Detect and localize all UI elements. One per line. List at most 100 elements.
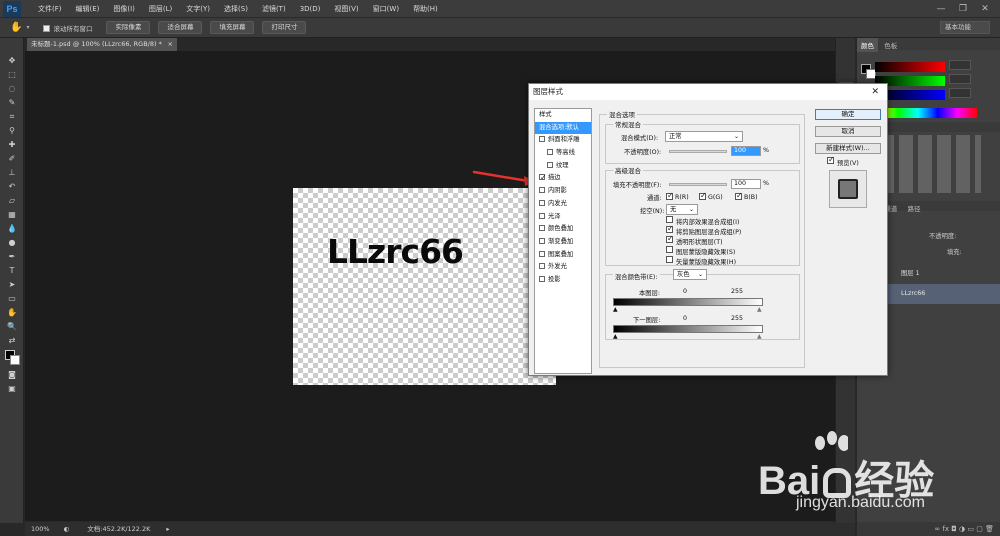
stamp-tool-icon[interactable]: ⊥ [0, 166, 24, 180]
style-checkbox[interactable] [539, 263, 545, 270]
menu-select[interactable]: 选择(S) [217, 0, 255, 18]
share-icon[interactable]: ◐ [64, 522, 70, 536]
preview-checkbox[interactable] [827, 155, 835, 164]
history-brush-icon[interactable]: ↶ [0, 180, 24, 194]
style-color-overlay[interactable]: 颜色叠加 [535, 223, 591, 236]
layer-mask-hides-checkbox[interactable] [666, 246, 673, 253]
style-outer-glow[interactable]: 外发光 [535, 261, 591, 274]
style-drop-shadow[interactable]: 投影 [535, 274, 591, 287]
opacity-input[interactable]: 100 [731, 146, 761, 156]
style-checkbox[interactable] [539, 172, 547, 185]
opacity-slider[interactable] [669, 150, 727, 153]
hand-tool-icon[interactable]: ✋ [10, 22, 22, 33]
menu-image[interactable]: 图像(I) [106, 0, 142, 18]
lasso-tool-icon[interactable]: ◌ [0, 82, 24, 96]
ok-button[interactable]: 确定 [815, 109, 881, 120]
fx-icon[interactable]: fx [942, 525, 949, 533]
style-stroke[interactable]: 描边 [535, 172, 591, 185]
blend-mode-select[interactable]: 正常 ⌄ [665, 131, 743, 142]
dodge-tool-icon[interactable]: ● [0, 236, 24, 250]
print-size-button[interactable]: 打印尺寸 [262, 21, 307, 34]
red-slider[interactable] [875, 62, 945, 72]
minimize-icon[interactable]: — [930, 0, 952, 18]
style-texture[interactable]: 纹理 [535, 160, 591, 173]
this-layer-gradient[interactable] [613, 298, 763, 306]
link-layers-icon[interactable]: ∞ [934, 525, 940, 533]
style-gradient-overlay[interactable]: 渐变叠加 [535, 236, 591, 249]
channel-g-checkbox[interactable] [699, 191, 707, 200]
style-checkbox[interactable] [539, 187, 545, 194]
scroll-all-checkbox[interactable] [43, 25, 51, 32]
green-value[interactable] [949, 74, 971, 84]
zoom-level[interactable]: 100% [31, 522, 50, 536]
path-select-tool-icon[interactable]: ➤ [0, 278, 24, 292]
tab-swatches[interactable]: 色板 [880, 38, 901, 52]
marquee-tool-icon[interactable]: ⬚ [0, 68, 24, 82]
quick-mask-icon[interactable]: ◙ [0, 368, 24, 382]
crop-tool-icon[interactable]: ⌗ [0, 110, 24, 124]
blend-clipped-checkbox[interactable] [666, 224, 674, 233]
fill-opacity-input[interactable]: 100 [731, 179, 761, 189]
channel-b-checkbox[interactable] [735, 191, 743, 200]
this-layer-white-handle[interactable]: ▲ [757, 306, 762, 313]
folder-icon[interactable]: ▭ [967, 525, 974, 533]
move-tool-icon[interactable]: ✥ [0, 54, 24, 68]
zoom-tool-icon[interactable]: 🔍 [0, 320, 24, 334]
style-checkbox[interactable] [547, 149, 553, 156]
style-checkbox[interactable] [539, 225, 545, 232]
fill-opacity-slider[interactable] [669, 183, 727, 186]
tab-close-icon[interactable]: × [168, 38, 173, 51]
close-icon[interactable]: ✕ [974, 0, 996, 18]
channel-r-checkbox[interactable] [666, 191, 674, 200]
hand-tool-sidebar-icon[interactable]: ✋ [0, 306, 24, 320]
blend-if-select[interactable]: 灰色 ⌄ [673, 269, 707, 280]
transparency-shapes-checkbox[interactable] [666, 234, 674, 243]
quick-select-tool-icon[interactable]: ✎ [0, 96, 24, 110]
tab-color[interactable]: 颜色 [857, 38, 878, 52]
style-inner-shadow[interactable]: 内阴影 [535, 185, 591, 198]
mask-icon[interactable]: ◘ [951, 525, 957, 533]
adjustment-icon[interactable]: ◑ [959, 525, 965, 533]
eraser-tool-icon[interactable]: ▱ [0, 194, 24, 208]
pen-tool-icon[interactable]: ✒ [0, 250, 24, 264]
scroll-all-option[interactable]: 滚动所有窗口 [43, 23, 92, 33]
tool-preset-chevron-icon[interactable]: ▾ [26, 24, 29, 31]
menu-3d[interactable]: 3D(D) [293, 0, 328, 18]
background-color[interactable] [10, 355, 20, 365]
menu-window[interactable]: 窗口(W) [366, 0, 406, 18]
gradient-tool-icon[interactable]: ▦ [0, 208, 24, 222]
restore-icon[interactable]: ❐ [952, 0, 974, 18]
underlying-gradient[interactable] [613, 325, 763, 333]
workspace-select[interactable]: 基本功能 [940, 21, 990, 34]
this-layer-black-handle[interactable]: ▲ [613, 306, 618, 313]
style-checkbox[interactable] [539, 237, 545, 244]
menu-layer[interactable]: 图层(L) [142, 0, 179, 18]
fit-screen-button[interactable]: 适合屏幕 [158, 21, 203, 34]
blur-tool-icon[interactable]: 💧 [0, 222, 24, 236]
trash-icon[interactable]: 🗑 [985, 525, 994, 533]
dialog-close-icon[interactable]: ✕ [871, 84, 879, 100]
style-inner-glow[interactable]: 内发光 [535, 198, 591, 211]
fill-screen-button[interactable]: 填充屏幕 [210, 21, 255, 34]
style-checkbox[interactable] [539, 250, 545, 257]
menu-help[interactable]: 帮助(H) [406, 0, 445, 18]
new-layer-icon[interactable]: ▢ [976, 525, 983, 533]
document-tab[interactable]: 未标题-1.psd @ 100% (LLzrc66, RGB/8) * × [27, 38, 177, 51]
style-pattern-overlay[interactable]: 图案叠加 [535, 249, 591, 262]
menu-type[interactable]: 文字(Y) [179, 0, 217, 18]
vector-mask-hides-checkbox[interactable] [666, 256, 673, 263]
shape-tool-icon[interactable]: ▭ [0, 292, 24, 306]
style-checkbox[interactable] [539, 136, 545, 143]
type-tool-icon[interactable]: T [0, 264, 24, 278]
style-checkbox[interactable] [539, 212, 545, 219]
red-value[interactable] [949, 60, 971, 70]
swap-colors-icon[interactable]: ⇄ [0, 334, 24, 348]
style-blend-options[interactable]: 混合选项:默认 [535, 121, 591, 135]
tab-paths[interactable]: 路径 [903, 201, 924, 215]
new-style-button[interactable]: 新建样式(W)... [815, 143, 881, 154]
healing-tool-icon[interactable]: ✚ [0, 138, 24, 152]
brush-tool-icon[interactable]: ✐ [0, 152, 24, 166]
actual-pixels-button[interactable]: 实际像素 [106, 21, 151, 34]
document-canvas[interactable] [293, 188, 556, 385]
screen-mode-icon[interactable]: ▣ [0, 382, 24, 396]
